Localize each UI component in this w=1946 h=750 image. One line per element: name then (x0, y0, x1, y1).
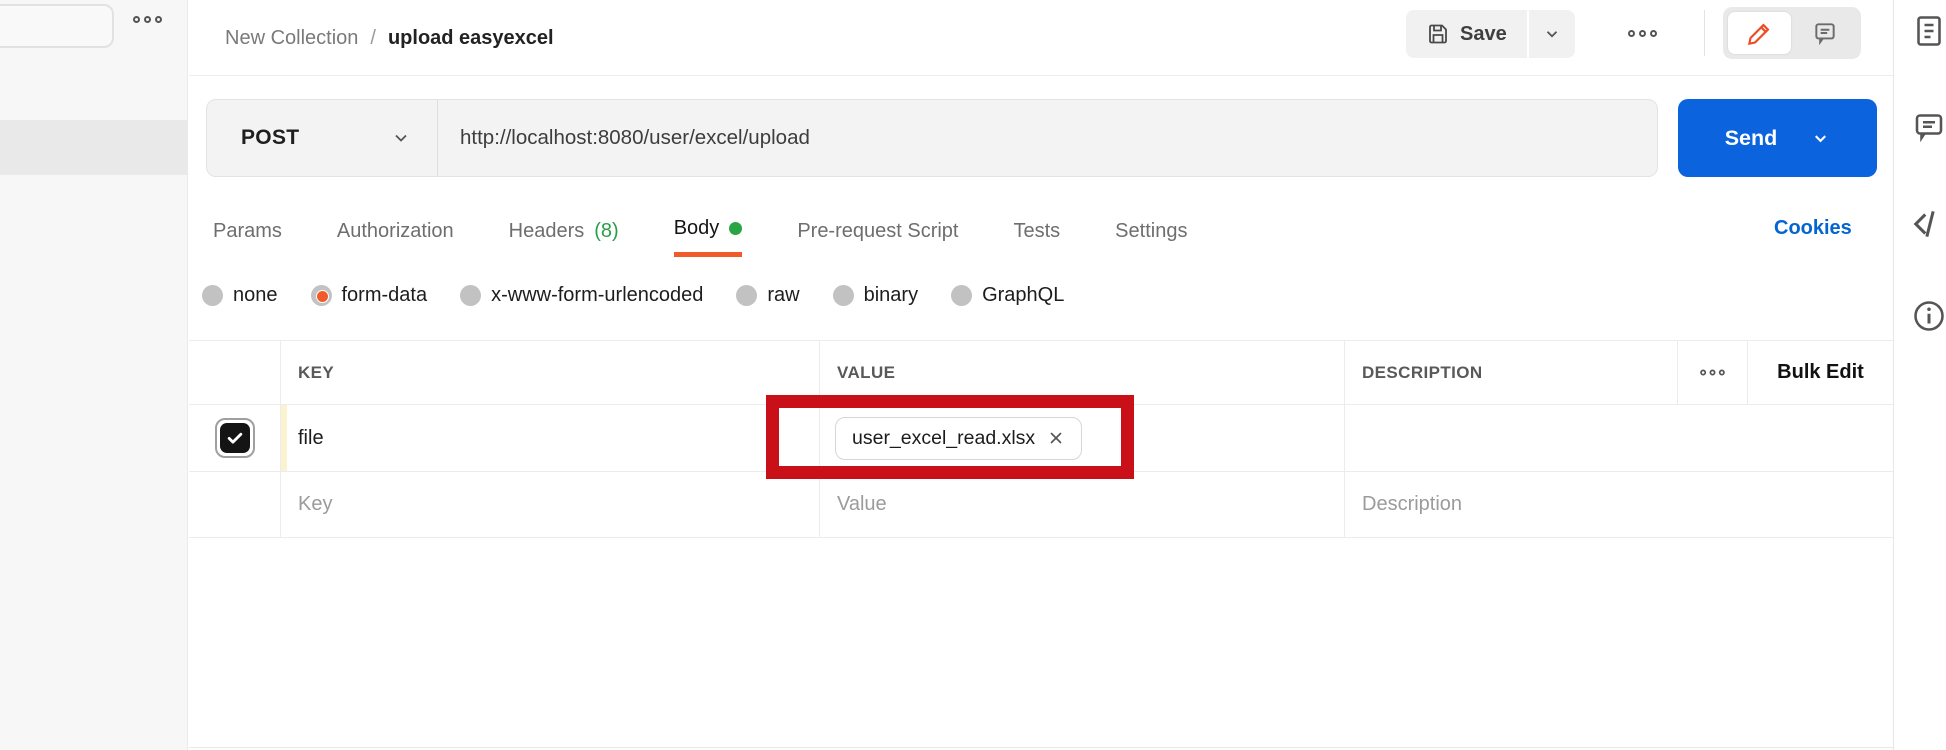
key-column-header: KEY (281, 341, 820, 404)
left-sidebar (0, 0, 188, 750)
radio-icon (736, 285, 757, 306)
table-row-empty: Key Value Description (189, 472, 1893, 538)
comments-icon[interactable] (1911, 108, 1946, 144)
breadcrumb-collection[interactable]: New Collection (225, 27, 358, 50)
radio-icon (460, 285, 481, 306)
tab-authorization[interactable]: Authorization (337, 205, 454, 257)
bulk-edit-button[interactable]: Bulk Edit (1748, 341, 1893, 404)
documentation-icon[interactable] (1911, 13, 1946, 49)
body-type-graphql[interactable]: GraphQL (951, 284, 1064, 307)
request-url-bar: POST http://localhost:8080/user/excel/up… (206, 99, 1658, 177)
send-options-chevron-icon (1811, 129, 1830, 148)
send-button[interactable]: Send (1678, 99, 1877, 177)
body-type-selector: none form-data x-www-form-urlencoded raw… (202, 284, 1064, 307)
body-type-raw[interactable]: raw (736, 284, 799, 307)
body-type-none[interactable]: none (202, 284, 278, 307)
url-input[interactable]: http://localhost:8080/user/excel/upload (438, 126, 810, 150)
tab-headers[interactable]: Headers(8) (509, 205, 619, 257)
table-header-row: KEY VALUE DESCRIPTION Bulk Edit (189, 340, 1893, 405)
file-chip-label: user_excel_read.xlsx (852, 427, 1035, 450)
radio-selected-icon (311, 285, 332, 306)
table-row-file: file user_excel_read.xlsx (189, 405, 1893, 472)
body-type-form-data[interactable]: form-data (311, 284, 428, 307)
method-label: POST (241, 126, 299, 150)
table-more-icon (1700, 370, 1725, 376)
row-checkbox-cell (189, 472, 281, 537)
save-options-chevron[interactable] (1527, 10, 1575, 58)
row-checkbox[interactable] (215, 418, 255, 458)
method-chevron-icon (391, 128, 411, 148)
save-button-label: Save (1460, 23, 1507, 46)
request-more-icon[interactable] (1628, 30, 1657, 37)
code-icon[interactable] (1911, 205, 1946, 241)
radio-icon (951, 285, 972, 306)
edit-comment-toggle (1723, 7, 1861, 59)
save-button[interactable]: Save (1406, 10, 1527, 58)
tab-pre-request-script[interactable]: Pre-request Script (797, 205, 958, 257)
cell-edit-indicator (281, 405, 287, 471)
value-cell-placeholder[interactable]: Value (820, 472, 1345, 537)
tab-body[interactable]: Body (674, 205, 743, 257)
edit-mode-button[interactable] (1728, 12, 1791, 54)
info-icon[interactable] (1911, 298, 1946, 334)
app-window: New Collection / upload easyexcel Save (0, 0, 1946, 750)
form-data-table: KEY VALUE DESCRIPTION Bulk Edit file (189, 340, 1893, 538)
sidebar-search-box[interactable] (0, 4, 114, 48)
content-bottom-border (189, 747, 1893, 748)
value-cell[interactable]: user_excel_read.xlsx (820, 405, 1345, 471)
row-checkbox-cell (189, 405, 281, 471)
tab-settings[interactable]: Settings (1115, 205, 1187, 257)
breadcrumb-separator: / (370, 27, 376, 50)
description-column-header: DESCRIPTION (1345, 341, 1678, 404)
value-column-header: VALUE (820, 341, 1345, 404)
comment-mode-button[interactable] (1793, 12, 1856, 54)
breadcrumb-request-name[interactable]: upload easyexcel (388, 27, 554, 50)
checkbox-checked-icon (220, 423, 250, 453)
breadcrumb: New Collection / upload easyexcel (225, 0, 554, 76)
key-cell-placeholder[interactable]: Key (281, 472, 820, 537)
sidebar-selected-item[interactable] (0, 120, 188, 175)
tab-params[interactable]: Params (213, 205, 282, 257)
radio-icon (833, 285, 854, 306)
save-icon (1426, 22, 1450, 46)
description-cell[interactable] (1345, 405, 1893, 471)
key-cell[interactable]: file (281, 405, 820, 471)
body-modified-dot (729, 222, 742, 235)
headers-count: (8) (594, 220, 618, 243)
send-button-label: Send (1725, 126, 1778, 151)
save-button-group: Save (1406, 10, 1575, 58)
body-type-x-www-form-urlencoded[interactable]: x-www-form-urlencoded (460, 284, 703, 307)
cookies-link[interactable]: Cookies (1774, 217, 1852, 240)
sidebar-more-icon[interactable] (133, 16, 162, 23)
radio-icon (202, 285, 223, 306)
header-divider (1704, 10, 1705, 56)
file-chip[interactable]: user_excel_read.xlsx (835, 417, 1082, 460)
description-cell-placeholder[interactable]: Description (1345, 472, 1893, 537)
tab-tests[interactable]: Tests (1013, 205, 1060, 257)
method-select[interactable]: POST (207, 100, 438, 176)
request-tabs: Params Authorization Headers(8) Body Pre… (213, 205, 1187, 257)
file-chip-remove-icon[interactable] (1047, 429, 1065, 447)
select-all-cell (189, 341, 281, 404)
body-type-binary[interactable]: binary (833, 284, 918, 307)
table-more-cell[interactable] (1678, 341, 1748, 404)
